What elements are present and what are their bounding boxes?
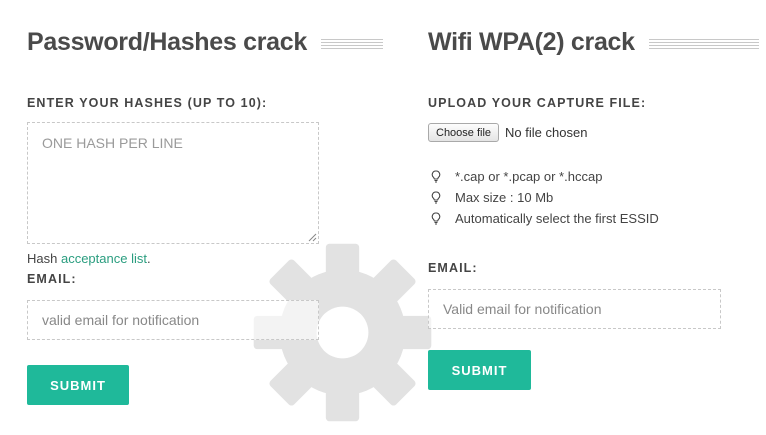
- hashes-panel-title: Password/Hashes crack: [27, 28, 307, 56]
- wifi-email-label: EMAIL:: [428, 261, 478, 275]
- upload-tips: *.cap or *.pcap or *.hccap Max size : 10…: [428, 166, 659, 229]
- upload-label: UPLOAD YOUR CAPTURE FILE:: [428, 96, 647, 110]
- title-decoration: [648, 38, 759, 49]
- wifi-panel-title: Wifi WPA(2) crack: [428, 28, 635, 56]
- acceptance-list-link[interactable]: acceptance list: [61, 251, 147, 266]
- hash-acceptance-note: Hash acceptance list.: [27, 251, 151, 266]
- resize-grip-icon[interactable]: [308, 233, 317, 242]
- lightbulb-icon: [431, 191, 441, 204]
- hashes-label: ENTER YOUR HASHES (UP TO 10):: [27, 96, 268, 110]
- choose-file-button[interactable]: Choose file: [428, 123, 500, 142]
- list-item: *.cap or *.pcap or *.hccap: [428, 166, 659, 187]
- file-status: No file chosen: [505, 125, 588, 140]
- tip-text: Max size : 10 Mb: [455, 190, 554, 205]
- hashes-submit-button[interactable]: SUBMIT: [27, 365, 129, 405]
- wifi-submit-button[interactable]: SUBMIT: [428, 350, 531, 390]
- hashes-email-input[interactable]: [27, 300, 319, 340]
- hashes-textarea[interactable]: [27, 122, 319, 244]
- lightbulb-icon: [431, 212, 441, 225]
- file-picker: Choose file No file chosen: [428, 123, 587, 142]
- hashes-email-label: EMAIL:: [27, 272, 77, 286]
- list-item: Automatically select the first ESSID: [428, 208, 659, 229]
- wifi-email-input[interactable]: [428, 289, 721, 329]
- lightbulb-icon: [431, 170, 441, 183]
- hash-note-prefix: Hash: [27, 251, 61, 266]
- tip-text: Automatically select the first ESSID: [455, 211, 659, 226]
- hash-note-suffix: .: [146, 251, 151, 266]
- title-decoration: [320, 38, 383, 49]
- hashes-title-row: Password/Hashes crack: [27, 28, 383, 57]
- tip-text: *.cap or *.pcap or *.hccap: [455, 169, 603, 184]
- wifi-title-row: Wifi WPA(2) crack: [428, 28, 759, 57]
- list-item: Max size : 10 Mb: [428, 187, 659, 208]
